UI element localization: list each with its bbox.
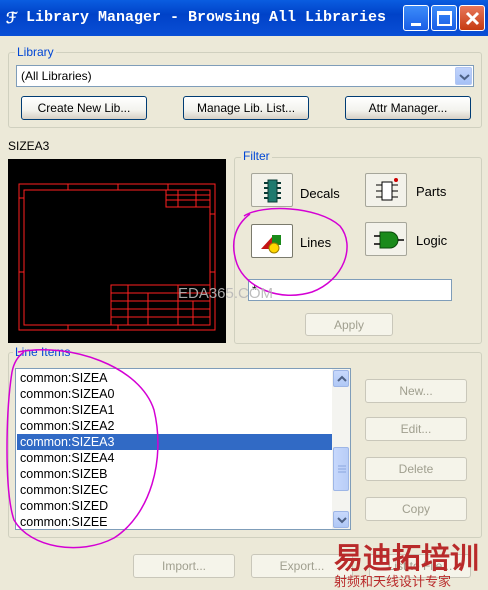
edit-line-button[interactable]: Edit... [365, 417, 467, 441]
library-select-value: (All Libraries) [21, 69, 92, 83]
list-item[interactable]: common:SIZEE [17, 514, 333, 529]
parts-filter-label: Parts [416, 184, 447, 199]
title-bar[interactable]: ℱ Library Manager - Browsing All Librari… [0, 0, 488, 36]
copy-line-button[interactable]: Copy [365, 497, 467, 521]
library-select[interactable]: (All Libraries) [16, 65, 474, 87]
line-preview [8, 159, 226, 343]
list-item[interactable]: common:SIZEA1 [17, 402, 333, 418]
lines-icon [261, 235, 281, 254]
filter-input[interactable]: * [248, 279, 452, 301]
attr-manager-button[interactable]: Attr Manager... [345, 96, 471, 120]
part-icon [376, 178, 398, 201]
logic-icon [374, 231, 404, 249]
list-item[interactable]: common:SIZEA4 [17, 450, 333, 466]
create-new-lib-button[interactable]: Create New Lib... [21, 96, 147, 120]
brand-logo: 易迪拓培训 射频和天线设计专家 [334, 535, 488, 590]
window-title: Library Manager - Browsing All Libraries [26, 9, 387, 26]
decals-filter-button[interactable] [251, 173, 293, 207]
list-item[interactable]: common:SIZEA [17, 370, 333, 386]
close-button[interactable] [459, 5, 485, 31]
lines-filter-button[interactable] [251, 224, 293, 258]
scroll-down-icon[interactable] [333, 511, 349, 528]
import-button[interactable]: Import... [133, 554, 235, 578]
minimize-button[interactable] [403, 5, 429, 31]
filter-group-label: Filter [241, 149, 272, 163]
list-item[interactable]: common:SIZEA0 [17, 386, 333, 402]
maximize-button[interactable] [431, 5, 457, 31]
maximize-icon [437, 11, 452, 26]
scroll-up-icon[interactable] [333, 370, 349, 387]
new-line-button[interactable]: New... [365, 379, 467, 403]
delete-line-button[interactable]: Delete [365, 457, 467, 481]
list-item[interactable]: common:SIZEB [17, 466, 333, 482]
list-item[interactable]: common:SIZED [17, 498, 333, 514]
line-items-list[interactable]: common:SIZEA common:SIZEA0 common:SIZEA1… [15, 368, 351, 530]
library-group-label: Library [15, 45, 56, 59]
decal-icon [264, 179, 281, 203]
line-items-group-label: Line Items [13, 345, 73, 359]
vertical-scrollbar[interactable] [332, 369, 350, 529]
scroll-thumb[interactable] [333, 447, 349, 491]
preview-label: SIZEA3 [8, 139, 50, 153]
drawing-frame-preview [18, 183, 216, 331]
logic-filter-label: Logic [416, 233, 448, 248]
brand-subtitle: 射频和天线设计专家 [334, 574, 452, 589]
close-icon [465, 11, 480, 26]
logic-filter-button[interactable] [365, 222, 407, 256]
app-icon: ℱ [6, 11, 18, 28]
lines-filter-label: Lines [300, 235, 332, 250]
decals-filter-label: Decals [300, 186, 340, 201]
apply-button[interactable]: Apply [305, 313, 393, 336]
list-item[interactable]: common:SIZEC [17, 482, 333, 498]
chevron-down-icon[interactable] [455, 67, 472, 85]
manage-lib-list-button[interactable]: Manage Lib. List... [183, 96, 309, 120]
list-item[interactable]: common:SIZEA2 [17, 418, 333, 434]
parts-filter-button[interactable] [365, 173, 407, 207]
minimize-icon [411, 23, 421, 26]
list-item-selected[interactable]: common:SIZEA3 [17, 434, 333, 450]
watermark: EDA365.COM [178, 285, 274, 302]
